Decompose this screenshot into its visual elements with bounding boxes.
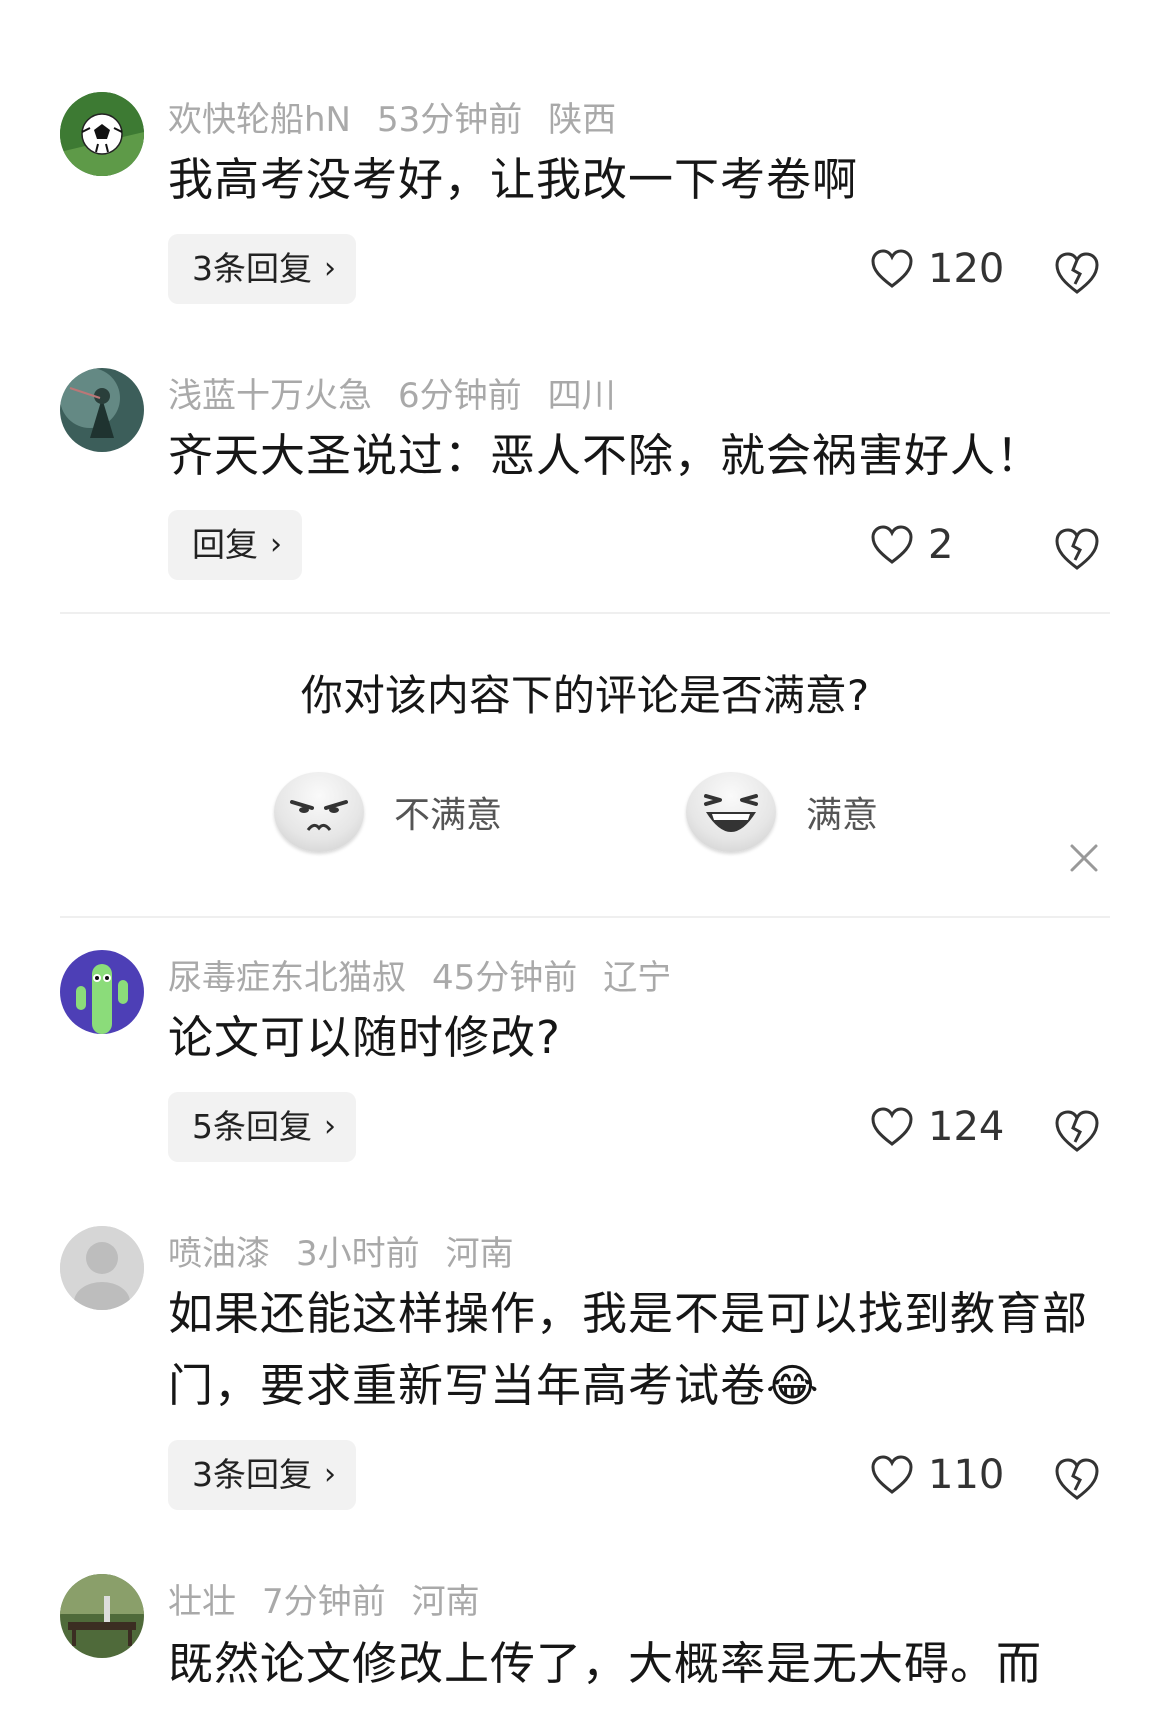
comment-text[interactable]: 如果还能这样操作，我是不是可以找到教育部门，要求重新写当年高考试卷😂 — [168, 1278, 1098, 1422]
satisfied-label: 满意 — [806, 795, 879, 836]
reply-label: 3条回复 — [192, 1455, 312, 1494]
view-replies-button[interactable]: 3条回复 › — [168, 234, 356, 304]
like-count: 120 — [928, 246, 1005, 292]
timestamp: 3小时前 — [296, 1234, 420, 1274]
survey-satisfied-button[interactable]: 满意 — [686, 772, 878, 852]
park-avatar-icon — [60, 1574, 144, 1658]
chevron-right-icon: › — [324, 251, 336, 286]
comment-meta: 浅蓝十万火急 6分钟前 四川 — [168, 368, 642, 417]
comment-text[interactable]: 齐天大圣说过：恶人不除，就会祸害好人！ — [168, 420, 1098, 492]
view-replies-button[interactable]: 3条回复 › — [168, 1440, 356, 1510]
comment-text[interactable]: 我高考没考好，让我改一下考卷啊 — [168, 144, 1098, 216]
comment-meta: 尿毒症东北猫叔 45分钟前 辽宁 — [168, 950, 697, 999]
chevron-right-icon: › — [324, 1457, 336, 1492]
divider — [60, 612, 1110, 614]
reply-label: 回复 — [192, 525, 258, 564]
reply-label: 5条回复 — [192, 1107, 312, 1146]
heart-icon — [871, 525, 913, 564]
timestamp: 45分钟前 — [432, 958, 578, 998]
comment-text[interactable]: 既然论文修改上传了，大概率是无大碍。而 — [168, 1628, 1098, 1700]
like-button[interactable]: 110 — [870, 1452, 1004, 1498]
avatar[interactable] — [60, 950, 144, 1034]
like-button[interactable]: 124 — [870, 1104, 1004, 1150]
location: 河南 — [445, 1234, 514, 1274]
broken-heart-icon[interactable] — [1054, 1456, 1100, 1502]
satisfied-face-icon — [686, 772, 776, 852]
avatar[interactable] — [60, 1574, 144, 1658]
soccer-ball-avatar-icon — [60, 92, 144, 176]
cactus-avatar-icon — [60, 950, 144, 1034]
username[interactable]: 壮壮 — [168, 1582, 236, 1622]
avatar[interactable] — [60, 92, 144, 176]
comment-meta: 喷油漆 3小时前 河南 — [168, 1226, 540, 1275]
avatar[interactable] — [60, 368, 144, 452]
like-count: 2 — [928, 522, 954, 568]
reply-button[interactable]: 回复 › — [168, 510, 302, 580]
timestamp: 6分钟前 — [398, 376, 522, 416]
location: 四川 — [547, 376, 616, 416]
heart-icon — [871, 1107, 913, 1146]
reply-label: 3条回复 — [192, 249, 312, 288]
broken-heart-icon[interactable] — [1054, 526, 1100, 572]
chevron-right-icon: › — [324, 1109, 336, 1144]
comment-meta: 壮壮 7分钟前 河南 — [168, 1574, 506, 1623]
default-user-icon — [60, 1226, 144, 1310]
divider — [60, 916, 1110, 918]
heart-icon — [871, 249, 913, 288]
chevron-right-icon: › — [270, 527, 282, 562]
unsatisfied-label: 不满意 — [394, 795, 503, 836]
avatar[interactable] — [60, 1226, 144, 1310]
broken-heart-icon[interactable] — [1054, 250, 1100, 296]
unsatisfied-face-icon — [274, 772, 364, 852]
username[interactable]: 尿毒症东北猫叔 — [168, 958, 406, 998]
username[interactable]: 欢快轮船hN — [168, 100, 351, 140]
like-button[interactable]: 2 — [870, 522, 953, 568]
like-button[interactable]: 120 — [870, 246, 1004, 292]
like-count: 124 — [928, 1104, 1005, 1150]
close-icon[interactable] — [1066, 840, 1102, 876]
timestamp: 53分钟前 — [376, 100, 523, 140]
view-replies-button[interactable]: 5条回复 › — [168, 1092, 356, 1162]
location: 河南 — [411, 1582, 480, 1622]
username[interactable]: 浅蓝十万火急 — [168, 376, 372, 416]
survey-question: 你对该内容下的评论是否满意? — [300, 671, 870, 720]
survey-unsatisfied-button[interactable]: 不满意 — [274, 772, 502, 852]
location: 陕西 — [548, 100, 617, 140]
heart-icon — [871, 1455, 913, 1494]
comment-meta: 欢快轮船hN 53分钟前 陕西 — [168, 92, 642, 141]
timestamp: 7分钟前 — [262, 1582, 386, 1622]
character-avatar-icon — [60, 368, 144, 452]
like-count: 110 — [928, 1452, 1005, 1498]
comment-text[interactable]: 论文可以随时修改? — [168, 1002, 1098, 1074]
username[interactable]: 喷油漆 — [168, 1234, 270, 1274]
location: 辽宁 — [603, 958, 672, 998]
broken-heart-icon[interactable] — [1054, 1108, 1100, 1154]
